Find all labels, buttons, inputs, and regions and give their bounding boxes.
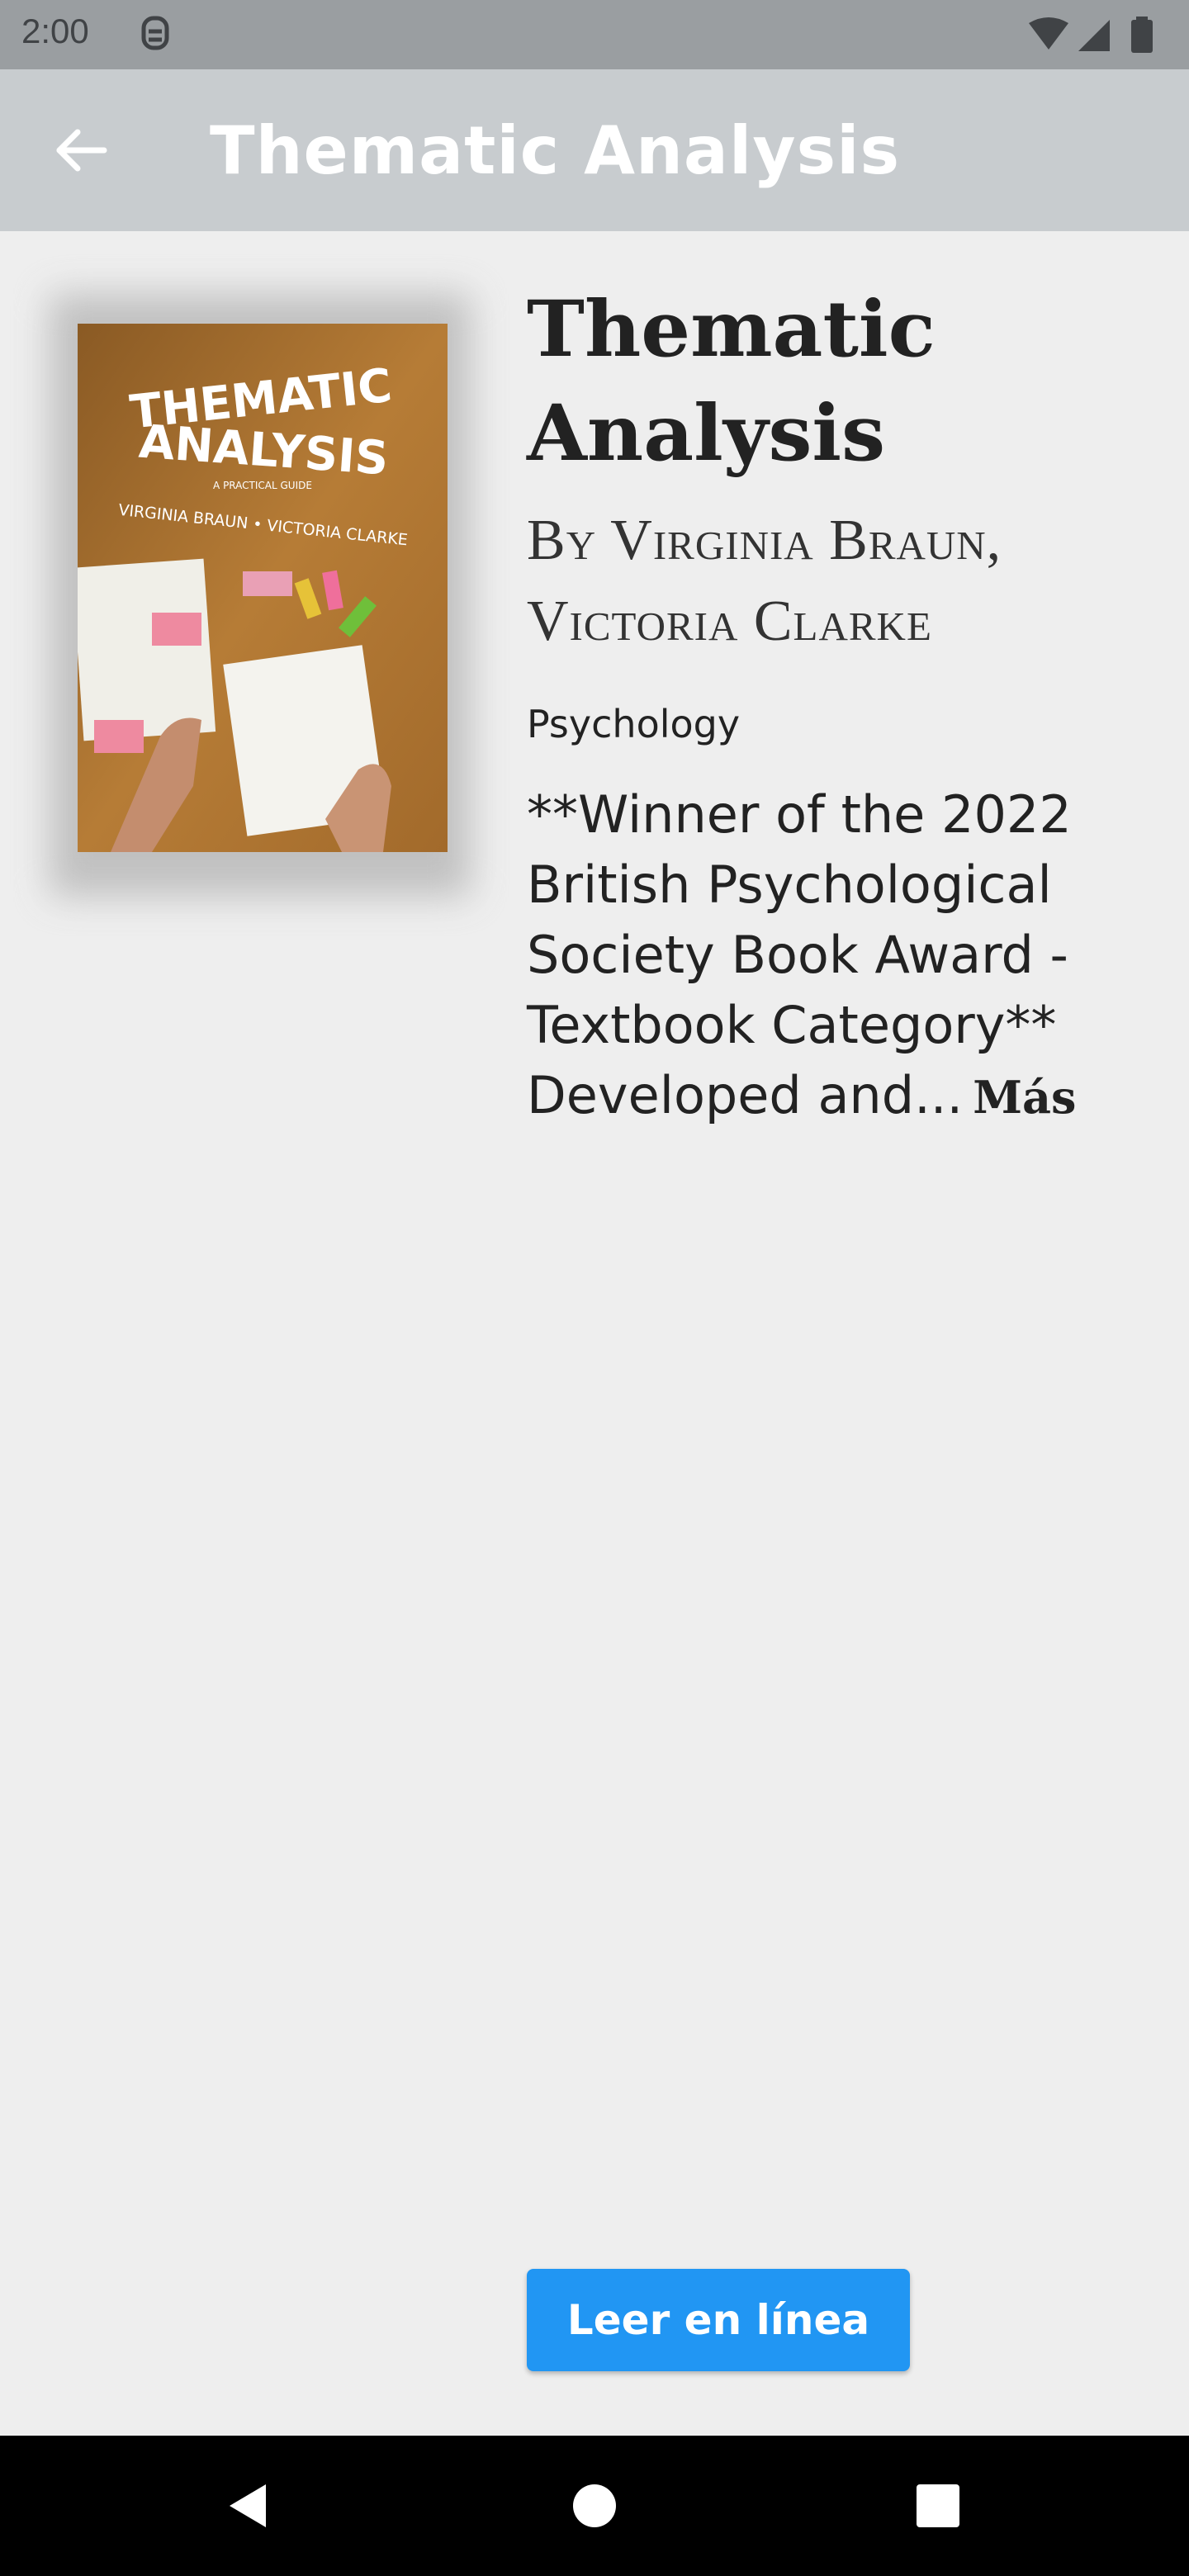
book-cover-image[interactable]: THEMATIC ANALYSIS A PRACTICAL GUIDE VIRG… (78, 324, 448, 852)
book-category: Psychology (527, 702, 741, 746)
status-time: 2:00 (21, 12, 89, 50)
app-bar: Thematic Analysis (0, 69, 1189, 231)
status-icons (1024, 15, 1156, 54)
arrow-back-icon[interactable] (48, 117, 114, 183)
back-triangle-icon[interactable] (215, 2473, 281, 2539)
app-bar-title: Thematic Analysis (210, 112, 901, 189)
navigation-bar (0, 2436, 1189, 2576)
home-circle-icon[interactable] (561, 2473, 628, 2539)
wifi-icon (1029, 17, 1068, 50)
recents-square-icon[interactable] (905, 2473, 971, 2539)
book-title: Thematic Analysis (527, 284, 936, 479)
cover-subtitle: A PRACTICAL GUIDE (213, 480, 312, 491)
more-link[interactable]: Más (973, 1071, 1076, 1124)
status-bar: 2:00 (0, 0, 1189, 69)
notification-icon (137, 15, 173, 54)
signal-icon (1078, 20, 1110, 51)
book-authors: By Virginia Braun, Victoria Clarke (527, 509, 1002, 653)
book-description: **Winner of the 2022 British Psychologic… (527, 779, 1154, 1133)
battery-icon (1131, 17, 1153, 53)
read-online-button[interactable]: Leer en línea (527, 2269, 910, 2371)
